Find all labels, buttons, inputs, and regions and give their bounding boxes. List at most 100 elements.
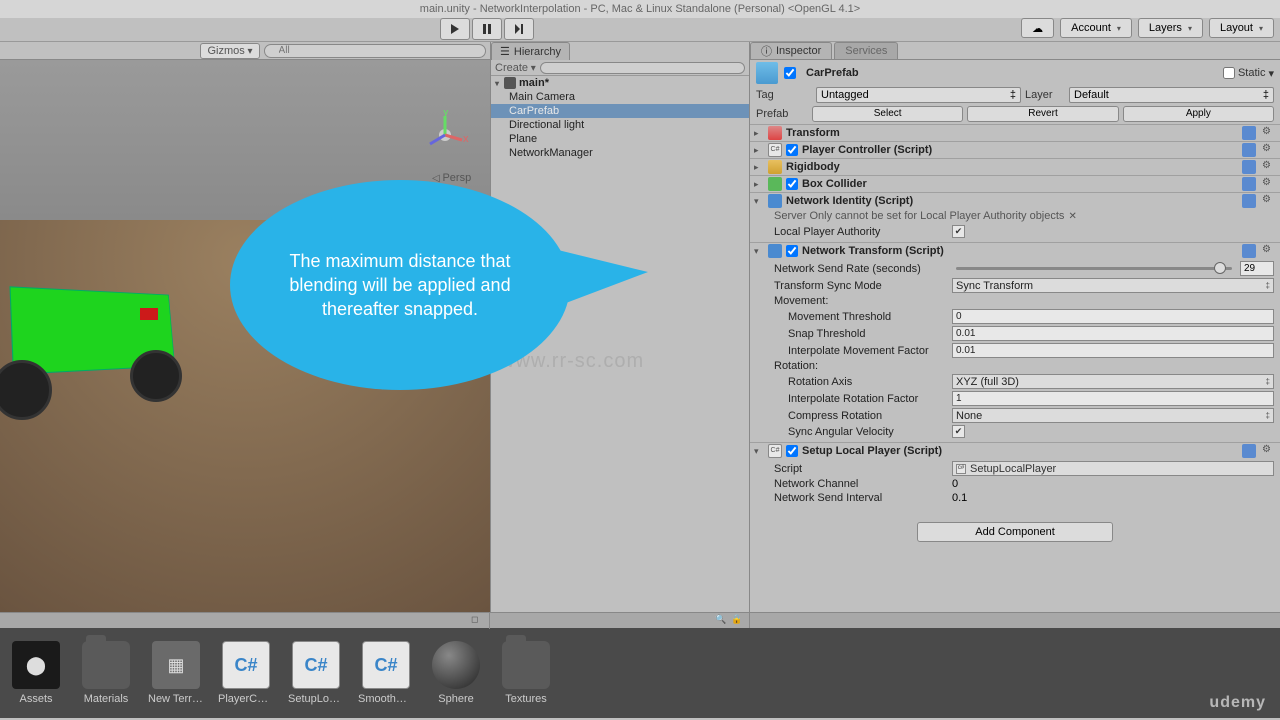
layout-dropdown[interactable]: Layout▾	[1209, 18, 1274, 38]
box-collider-header[interactable]: Box Collider	[802, 178, 1238, 190]
rigidbody-icon	[768, 160, 782, 174]
hierarchy-scene-root[interactable]: main*	[491, 76, 749, 90]
asset-label: SetupLocalPla...	[288, 693, 344, 705]
fold-icon[interactable]: ▸	[754, 179, 764, 190]
lpa-checkbox[interactable]: ✔	[952, 225, 965, 238]
help-icon[interactable]	[1242, 244, 1256, 258]
prefab-apply-button[interactable]: Apply	[1123, 106, 1274, 122]
interp-rot-field[interactable]	[952, 391, 1274, 406]
pause-button[interactable]	[472, 18, 502, 40]
gameobject-active-checkbox[interactable]	[784, 67, 796, 79]
asset-label: PlayerControl...	[218, 693, 274, 705]
sync-mode-dropdown[interactable]: Sync Transform‡	[952, 278, 1274, 293]
hierarchy-tab[interactable]: ☰ Hierarchy	[491, 42, 570, 60]
snap-thresh-field[interactable]	[952, 326, 1274, 341]
component-enable-checkbox[interactable]	[786, 445, 798, 457]
asset-item[interactable]: Materials	[78, 641, 134, 705]
help-icon[interactable]	[1242, 194, 1256, 208]
component-enable-checkbox[interactable]	[786, 178, 798, 190]
rot-axis-dropdown[interactable]: XYZ (full 3D)‡	[952, 374, 1274, 389]
scene-search[interactable]	[264, 44, 486, 58]
gear-icon[interactable]: ⚙	[1262, 444, 1276, 458]
asset-item[interactable]: Textures	[498, 641, 554, 705]
tag-dropdown[interactable]: Untagged‡	[816, 87, 1021, 103]
send-rate-slider[interactable]	[956, 267, 1232, 270]
layers-label: Layers	[1149, 22, 1182, 34]
cloud-button[interactable]: ☁	[1021, 18, 1054, 38]
fold-icon[interactable]: ▸	[754, 145, 764, 156]
hierarchy-create[interactable]: Create ▾	[495, 62, 536, 74]
inspector-tab[interactable]: ⓘ Inspector	[750, 42, 832, 59]
play-button[interactable]	[440, 18, 470, 40]
hierarchy-item[interactable]: Directional light	[491, 118, 749, 132]
tag-label: Tag	[756, 89, 812, 101]
add-component-button[interactable]: Add Component	[917, 522, 1113, 542]
gameobject-name[interactable]: CarPrefab	[802, 65, 1217, 81]
asset-item[interactable]: C#SmoothCamer...	[358, 641, 414, 705]
axis-gizmo[interactable]: yx	[420, 110, 470, 160]
asset-item[interactable]: ▦New Terrain	[148, 641, 204, 705]
rigidbody-header[interactable]: Rigidbody	[786, 161, 1238, 173]
gear-icon[interactable]: ⚙	[1262, 143, 1276, 157]
transform-header[interactable]: Transform	[786, 127, 1238, 139]
fold-icon[interactable]: ▾	[754, 196, 764, 207]
play-controls	[440, 18, 536, 40]
gear-icon[interactable]: ⚙	[1262, 126, 1276, 140]
setup-local-player-header[interactable]: Setup Local Player (Script)	[802, 445, 1238, 457]
help-icon[interactable]	[1242, 126, 1256, 140]
prefab-select-button[interactable]: Select	[812, 106, 963, 122]
help-icon[interactable]	[1242, 444, 1256, 458]
static-toggle[interactable]: Static ▾	[1223, 67, 1274, 80]
gear-icon[interactable]: ⚙	[1262, 160, 1276, 174]
asset-item[interactable]: C#PlayerControl...	[218, 641, 274, 705]
help-icon[interactable]	[1242, 177, 1256, 191]
gear-icon[interactable]: ⚙	[1262, 194, 1276, 208]
lock-icon[interactable]: 🔒	[731, 614, 745, 628]
asset-icon	[432, 641, 480, 689]
move-thresh-field[interactable]	[952, 309, 1274, 324]
asset-label: Assets	[8, 693, 64, 705]
netid-warning: Server Only cannot be set for Local Play…	[750, 209, 1280, 223]
prefab-revert-button[interactable]: Revert	[967, 106, 1118, 122]
asset-item[interactable]: Sphere	[428, 641, 484, 705]
fold-icon[interactable]: ▾	[754, 446, 764, 457]
gear-icon[interactable]: ⚙	[1262, 244, 1276, 258]
fold-icon[interactable]: ▸	[754, 162, 764, 173]
hierarchy-item[interactable]: Plane	[491, 132, 749, 146]
move-thresh-label: Movement Threshold	[774, 311, 952, 323]
hierarchy-item[interactable]: NetworkManager	[491, 146, 749, 160]
search-icon[interactable]: 🔍	[715, 614, 729, 628]
main-area: Gizmos ▾ yx ◁ Persp ☰ Hierarchy Create ▾…	[0, 42, 1280, 612]
inspector-header: CarPrefab Static ▾	[750, 60, 1280, 86]
gizmos-dropdown[interactable]: Gizmos ▾	[200, 43, 259, 59]
hierarchy-search[interactable]	[540, 62, 745, 74]
angular-checkbox[interactable]: ✔	[952, 425, 965, 438]
services-tab[interactable]: Services	[834, 42, 898, 59]
asset-item[interactable]: C#SetupLocalPla...	[288, 641, 344, 705]
layers-dropdown[interactable]: Layers▾	[1138, 18, 1203, 38]
asset-icon	[502, 641, 550, 689]
script-field[interactable]: c#SetupLocalPlayer	[952, 461, 1274, 476]
hierarchy-item[interactable]: Main Camera	[491, 90, 749, 104]
help-icon[interactable]	[1242, 143, 1256, 157]
component-enable-checkbox[interactable]	[786, 245, 798, 257]
gear-icon[interactable]: ⚙	[1262, 177, 1276, 191]
asset-label: New Terrain	[148, 693, 204, 705]
compress-dropdown[interactable]: None‡	[952, 408, 1274, 423]
help-icon[interactable]	[1242, 160, 1256, 174]
script-icon: C#	[768, 143, 782, 157]
network-transform-header[interactable]: Network Transform (Script)	[802, 245, 1238, 257]
fold-icon[interactable]: ▸	[754, 128, 764, 139]
network-identity-header[interactable]: Network Identity (Script)	[786, 195, 1238, 207]
step-button[interactable]	[504, 18, 534, 40]
player-controller-header[interactable]: Player Controller (Script)	[802, 144, 1238, 156]
component-enable-checkbox[interactable]	[786, 144, 798, 156]
fold-icon[interactable]: ▾	[754, 246, 764, 257]
hierarchy-item[interactable]: CarPrefab	[491, 104, 749, 118]
interp-move-field[interactable]	[952, 343, 1274, 358]
account-dropdown[interactable]: Account▾	[1060, 18, 1132, 38]
asset-item[interactable]: ⬤Assets	[8, 641, 64, 705]
layer-dropdown[interactable]: Default‡	[1069, 87, 1274, 103]
maximize-icon[interactable]: ◻	[471, 614, 485, 628]
send-rate-value[interactable]: 29	[1240, 261, 1274, 276]
